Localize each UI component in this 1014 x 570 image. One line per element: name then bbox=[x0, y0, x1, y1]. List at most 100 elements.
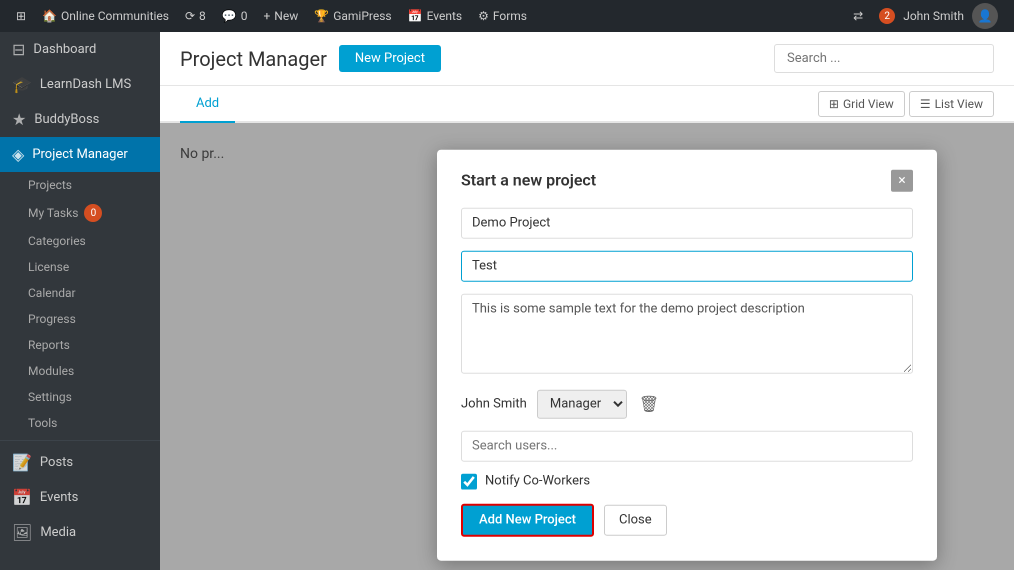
share-icon: ⇄ bbox=[853, 9, 863, 23]
modal-footer: Add New Project Close bbox=[461, 503, 913, 536]
list-view-button[interactable]: ☰ List View bbox=[909, 91, 994, 117]
modal-header: Start a new project × bbox=[461, 169, 913, 191]
sidebar-label-project-manager: Project Manager bbox=[32, 147, 127, 162]
user-name: John Smith bbox=[903, 9, 964, 23]
avatar: 👤 bbox=[972, 3, 998, 29]
media-icon: 🖼 bbox=[12, 523, 32, 542]
new-project-button[interactable]: New Project bbox=[339, 45, 441, 72]
comments-icon: 💬 bbox=[222, 9, 237, 23]
modal-title: Start a new project bbox=[461, 171, 596, 190]
sidebar-label-learndash: LearnDash LMS bbox=[40, 77, 131, 92]
sidebar-label-events: Events bbox=[40, 490, 78, 505]
role-select[interactable]: Manager Member Client Viewer bbox=[537, 389, 627, 418]
sidebar-separator bbox=[0, 440, 160, 441]
project-manager-icon: ◈ bbox=[12, 145, 24, 164]
sidebar-sub-settings[interactable]: Settings bbox=[0, 384, 160, 410]
sidebar-sub-my-tasks[interactable]: My Tasks 0 bbox=[0, 198, 160, 228]
sidebar-item-project-manager[interactable]: ◈ Project Manager bbox=[0, 137, 160, 172]
category-field bbox=[461, 250, 913, 281]
list-view-label: List View bbox=[935, 97, 983, 111]
description-textarea[interactable]: This is some sample text for the demo pr… bbox=[461, 293, 913, 373]
updates-icon: ⟳ bbox=[185, 9, 195, 23]
learndash-icon: 🎓 bbox=[12, 75, 32, 94]
sidebar-label-media: Media bbox=[40, 525, 76, 540]
sidebar-sub-modules[interactable]: Modules bbox=[0, 358, 160, 384]
site-name[interactable]: 🏠 Online Communities bbox=[34, 0, 177, 32]
forms-icon: ⚙ bbox=[478, 9, 489, 23]
sidebar-sub-categories[interactable]: Categories bbox=[0, 228, 160, 254]
manager-name-label: John Smith bbox=[461, 396, 527, 411]
site-label: Online Communities bbox=[61, 9, 169, 23]
sidebar-sub-calendar[interactable]: Calendar bbox=[0, 280, 160, 306]
events-item[interactable]: 📅 Events bbox=[400, 0, 470, 32]
notify-label: Notify Co-Workers bbox=[485, 474, 590, 489]
forms-item[interactable]: ⚙ Forms bbox=[470, 0, 535, 32]
sidebar-sub-reports[interactable]: Reports bbox=[0, 332, 160, 358]
sidebar-item-buddyboss[interactable]: ★ BuddyBoss bbox=[0, 102, 160, 137]
sidebar-label-posts: Posts bbox=[40, 455, 73, 470]
events-label: Events bbox=[427, 9, 463, 23]
page-header: Project Manager New Project bbox=[160, 32, 1014, 86]
admin-bar: ⊞ 🏠 Online Communities ⟳ 8 💬 0 + New 🏆 G… bbox=[0, 0, 1014, 32]
site-icon: 🏠 bbox=[42, 9, 57, 23]
notify-row: Notify Co-Workers bbox=[461, 473, 913, 489]
gamipress-label: GamiPress bbox=[333, 9, 391, 23]
wp-logo[interactable]: ⊞ bbox=[8, 0, 34, 32]
grid-icon: ⊞ bbox=[829, 97, 839, 111]
view-buttons: ⊞ Grid View ☰ List View bbox=[818, 91, 994, 117]
trash-icon: 🗑 bbox=[639, 394, 659, 413]
sidebar-item-dashboard[interactable]: ⊟ Dashboard bbox=[0, 32, 160, 67]
search-input[interactable] bbox=[774, 44, 994, 73]
main-layout: ⊟ Dashboard 🎓 LearnDash LMS ★ BuddyBoss … bbox=[0, 32, 1014, 570]
sidebar-item-learndash[interactable]: 🎓 LearnDash LMS bbox=[0, 67, 160, 102]
list-icon: ☰ bbox=[920, 97, 931, 111]
tab-bar: Add ⊞ Grid View ☰ List View bbox=[160, 86, 1014, 123]
new-label: New bbox=[274, 9, 298, 23]
search-users-field bbox=[461, 430, 913, 461]
project-name-input[interactable] bbox=[461, 207, 913, 238]
tab-add-label: Add bbox=[196, 96, 219, 111]
delete-user-button[interactable]: 🗑 bbox=[637, 392, 661, 415]
my-tasks-badge: 0 bbox=[84, 204, 102, 222]
events-sidebar-icon: 📅 bbox=[12, 488, 32, 507]
comments-item[interactable]: 💬 0 bbox=[214, 0, 256, 32]
user-badge: 2 bbox=[879, 8, 895, 24]
search-users-input[interactable] bbox=[461, 430, 913, 461]
new-project-modal: Start a new project × This is some sampl… bbox=[437, 149, 937, 560]
category-input[interactable] bbox=[461, 250, 913, 281]
project-name-field bbox=[461, 207, 913, 238]
notify-checkbox[interactable] bbox=[461, 473, 477, 489]
sidebar-sub-tools[interactable]: Tools bbox=[0, 410, 160, 436]
tab-add[interactable]: Add bbox=[180, 86, 235, 123]
updates-item[interactable]: ⟳ 8 bbox=[177, 0, 214, 32]
sidebar-item-media[interactable]: 🖼 Media bbox=[0, 515, 160, 550]
modal-close-button[interactable]: × bbox=[891, 169, 913, 191]
new-item[interactable]: + New bbox=[255, 0, 306, 32]
posts-icon: 📝 bbox=[12, 453, 32, 472]
sidebar-sub-license[interactable]: License bbox=[0, 254, 160, 280]
content-area: Project Manager New Project Add ⊞ Grid V… bbox=[160, 32, 1014, 570]
plus-icon: + bbox=[263, 9, 270, 23]
admin-bar-right: ⇄ 2 John Smith 👤 bbox=[845, 3, 1006, 29]
comments-count: 0 bbox=[241, 9, 248, 23]
events-icon: 📅 bbox=[408, 9, 423, 23]
modal-close-bottom-button[interactable]: Close bbox=[604, 504, 667, 535]
wp-icon: ⊞ bbox=[16, 9, 26, 23]
add-new-project-button[interactable]: Add New Project bbox=[461, 503, 594, 536]
grid-view-label: Grid View bbox=[843, 97, 894, 111]
sidebar-label-buddyboss: BuddyBoss bbox=[34, 112, 99, 127]
share-item[interactable]: ⇄ bbox=[845, 9, 871, 23]
page-title: Project Manager bbox=[180, 47, 327, 71]
sidebar-item-posts[interactable]: 📝 Posts bbox=[0, 445, 160, 480]
user-row: John Smith Manager Member Client Viewer … bbox=[461, 389, 913, 418]
main-content: No pr... Start a new project × This is s… bbox=[160, 123, 1014, 570]
user-item[interactable]: 2 John Smith 👤 bbox=[871, 3, 1006, 29]
buddyboss-icon: ★ bbox=[12, 110, 26, 129]
sidebar-sub-progress[interactable]: Progress bbox=[0, 306, 160, 332]
forms-label: Forms bbox=[493, 9, 527, 23]
sidebar-sub-projects[interactable]: Projects bbox=[0, 172, 160, 198]
sidebar-label-dashboard: Dashboard bbox=[33, 42, 96, 57]
sidebar-item-events[interactable]: 📅 Events bbox=[0, 480, 160, 515]
gamipress-item[interactable]: 🏆 GamiPress bbox=[306, 0, 399, 32]
grid-view-button[interactable]: ⊞ Grid View bbox=[818, 91, 905, 117]
